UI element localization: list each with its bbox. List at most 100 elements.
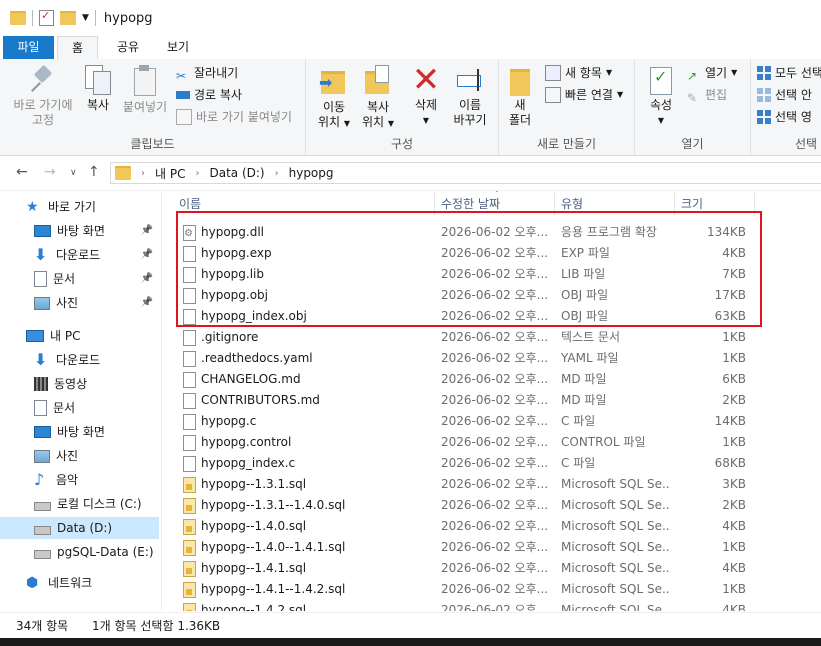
file-size: 1KB <box>722 582 746 596</box>
sort-caret-icon: ⌄ <box>493 191 501 195</box>
toolbar-divider <box>32 10 33 26</box>
nav-item[interactable]: pgSQL-Data (E:) <box>0 541 159 563</box>
sql-file-icon <box>183 477 196 493</box>
file-row[interactable]: hypopg_index.c 2026-06-02 오후... C 파일 68KB <box>177 453 821 474</box>
file-icon <box>183 456 196 472</box>
copy-to-button[interactable]: 복사 위치 ▼ <box>358 65 398 131</box>
file-row[interactable]: hypopg--1.4.1--1.4.2.sql 2026-06-02 오후...… <box>177 579 821 600</box>
open-group: 속성 ▼ ↗ 열기 ▼ ✎ 편집 열기 <box>635 59 751 155</box>
invert-selection-button[interactable]: 선택 영 <box>757 107 812 127</box>
status-bar: 34개 항목 1개 항목 선택함 1.36KB <box>0 612 821 638</box>
back-arrow-icon[interactable]: ← <box>16 164 28 180</box>
file-type: Microsoft SQL Se... <box>561 582 671 596</box>
nav-item-label: pgSQL-Data (E:) <box>57 545 154 559</box>
sql-file-icon <box>183 498 196 514</box>
properties-check-icon[interactable] <box>39 9 54 26</box>
move-to-button[interactable]: 이동 위치 ▼ <box>314 65 354 131</box>
nav-item-label: 바로 가기 <box>48 200 96 214</box>
nav-item[interactable]: ♪ 음악 <box>0 469 159 491</box>
nav-item[interactable]: ⬇ 다운로드 📌 <box>0 244 159 266</box>
paste-shortcut-button[interactable]: 바로 가기 붙여넣기 <box>176 107 292 127</box>
customize-dropdown-icon[interactable]: ▼ <box>82 13 89 23</box>
nav-item[interactable]: 바탕 화면 <box>0 421 159 443</box>
breadcrumb-pc[interactable]: 내 PC <box>155 165 185 182</box>
organize-group: 이동 위치 ▼ 복사 위치 ▼ ✕ 삭제 ▼ 이름 바꾸기 구성 <box>306 59 499 155</box>
copy-button[interactable]: 복사 <box>80 65 116 113</box>
document-icon <box>34 271 47 287</box>
file-row[interactable]: hypopg.control 2026-06-02 오후... CONTROL 파일… <box>177 432 821 453</box>
file-date: 2026-06-02 오후... <box>441 561 549 575</box>
nav-item[interactable]: Data (D:) <box>0 517 159 539</box>
file-row[interactable]: .gitignore 2026-06-02 오후... 텍스트 문서 1KB <box>177 327 821 348</box>
delete-button[interactable]: ✕ 삭제 ▼ <box>408 63 444 128</box>
open-button[interactable]: ↗ 열기 ▼ <box>687 63 737 83</box>
tab-home[interactable]: 홈 <box>57 36 98 60</box>
file-type: C 파일 <box>561 414 596 428</box>
file-name: hypopg--1.4.0.sql <box>201 519 307 533</box>
properties-button[interactable]: 속성 ▼ <box>645 65 677 128</box>
scissors-icon: ✂ <box>176 69 187 83</box>
address-bar[interactable]: › 내 PC › Data (D:) › hypopg <box>110 162 821 184</box>
tab-view[interactable]: 보기 <box>160 36 196 59</box>
file-type: Microsoft SQL Se... <box>561 603 671 611</box>
edit-button[interactable]: ✎ 편집 <box>687 85 727 105</box>
nav-item[interactable]: 문서 📌 <box>0 268 159 290</box>
chevron-right-icon[interactable]: › <box>195 168 199 179</box>
file-size: 1KB <box>722 540 746 554</box>
video-icon <box>34 377 48 391</box>
nav-item[interactable]: 로컬 디스크 (C:) <box>0 493 159 515</box>
path-icon <box>176 91 190 99</box>
new-folder-icon[interactable] <box>60 11 76 25</box>
nav-item[interactable]: 바탕 화면 📌 <box>0 220 159 242</box>
copy-path-button[interactable]: 경로 복사 <box>176 85 242 105</box>
tab-share[interactable]: 공유 <box>110 36 146 59</box>
file-row[interactable]: hypopg--1.4.2.sql 2026-06-02 오후... Microso… <box>177 600 821 611</box>
item-count: 34개 항목 <box>16 619 69 633</box>
nav-item[interactable]: ★ 바로 가기 <box>0 196 159 218</box>
nav-item[interactable]: 사진 📌 <box>0 292 159 314</box>
file-row[interactable]: hypopg--1.4.0.sql 2026-06-02 오후... Microso… <box>177 516 821 537</box>
chevron-down-icon: ▼ <box>657 116 665 125</box>
chevron-right-icon[interactable]: › <box>275 168 279 179</box>
tab-file[interactable]: 파일 <box>3 36 54 59</box>
file-row[interactable]: hypopg--1.3.1--1.4.0.sql 2026-06-02 오후...… <box>177 495 821 516</box>
file-row[interactable]: hypopg.c 2026-06-02 오후... C 파일 14KB <box>177 411 821 432</box>
file-row[interactable]: hypopg--1.3.1.sql 2026-06-02 오후... Microso… <box>177 474 821 495</box>
new-group: 새 폴더 새 항목 ▼ 빠른 연결 ▼ 새로 만들기 <box>499 59 635 155</box>
breadcrumb-folder[interactable]: hypopg <box>289 166 334 180</box>
recent-dropdown-icon[interactable]: ∨ <box>70 168 77 178</box>
select-none-button[interactable]: 선택 안 <box>757 85 812 105</box>
rename-button[interactable]: 이름 바꾸기 <box>450 65 490 128</box>
file-row[interactable]: .readthedocs.yaml 2026-06-02 오후... YAML 파일… <box>177 348 821 369</box>
nav-item[interactable]: ⬇ 다운로드 <box>0 349 159 371</box>
file-name: hypopg--1.4.1--1.4.2.sql <box>201 582 346 596</box>
file-row[interactable]: hypopg--1.4.0--1.4.1.sql 2026-06-02 오후...… <box>177 537 821 558</box>
nav-item[interactable]: 사진 <box>0 445 159 467</box>
breadcrumb-drive[interactable]: Data (D:) <box>209 166 264 180</box>
new-item-button[interactable]: 새 항목 ▼ <box>545 63 612 83</box>
nav-item[interactable]: 문서 <box>0 397 159 419</box>
cut-button[interactable]: ✂ 잘라내기 <box>176 63 238 83</box>
chevron-right-icon[interactable]: › <box>141 168 145 179</box>
file-icon <box>183 414 196 430</box>
chevron-down-icon: ▼ <box>387 119 395 128</box>
up-arrow-icon[interactable]: ↑ <box>88 164 100 180</box>
new-folder-button[interactable]: 새 폴더 <box>505 65 535 128</box>
folder-icon[interactable] <box>10 11 26 25</box>
nav-item[interactable]: 동영상 <box>0 373 159 395</box>
forward-arrow-icon[interactable]: → <box>44 164 56 180</box>
file-row[interactable]: CONTRIBUTORS.md 2026-06-02 오후... MD 파일 2KB <box>177 390 821 411</box>
nav-item-label: 문서 <box>53 401 76 415</box>
file-row[interactable]: CHANGELOG.md 2026-06-02 오후... MD 파일 6KB <box>177 369 821 390</box>
download-icon: ⬇ <box>34 245 48 264</box>
pin-quick-access-button[interactable]: 바로 가기에 고정 <box>6 65 80 128</box>
file-row[interactable]: hypopg--1.4.1.sql 2026-06-02 오후... Microso… <box>177 558 821 579</box>
paste-button[interactable]: 붙여넣기 <box>118 65 172 115</box>
nav-item[interactable]: 내 PC <box>0 325 159 347</box>
select-all-button[interactable]: 모두 선택 <box>757 63 821 83</box>
move-label-1: 이동 <box>322 100 346 114</box>
sql-file-icon <box>183 519 196 535</box>
nav-item[interactable]: ⬢ 네트워크 <box>0 572 159 594</box>
easy-access-button[interactable]: 빠른 연결 ▼ <box>545 85 623 105</box>
file-type: Microsoft SQL Se... <box>561 561 671 575</box>
